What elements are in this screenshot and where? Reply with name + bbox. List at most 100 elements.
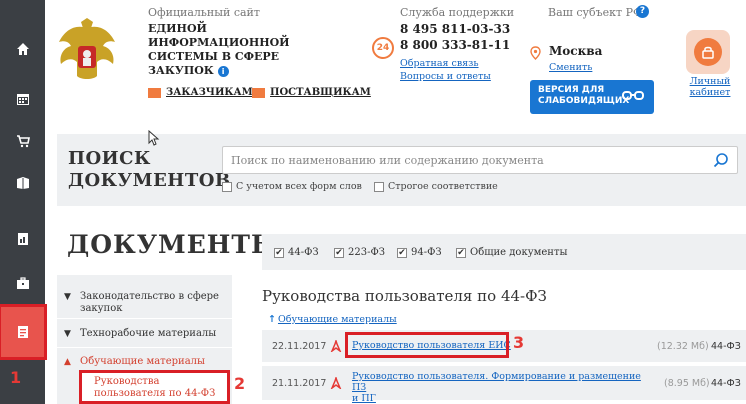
sidebar-item-calendar[interactable] bbox=[0, 78, 45, 120]
cabinet-line2: кабинет bbox=[689, 87, 731, 98]
submenu-item-user-guides-44fz[interactable]: Руководства пользователя по 44-ФЗ bbox=[79, 370, 230, 404]
sidebar-item-home[interactable] bbox=[0, 28, 45, 70]
annotation-marker-3: 3 bbox=[513, 333, 525, 352]
chevron-up-icon: ▲ bbox=[64, 357, 71, 367]
briefcase-icon bbox=[16, 277, 29, 289]
back-link-label: Обучающие материалы bbox=[277, 314, 397, 325]
checkbox-checked[interactable]: ✔ bbox=[274, 247, 284, 258]
filter-label: 44-ФЗ bbox=[288, 247, 319, 258]
feedback-link[interactable]: Обратная связь bbox=[400, 58, 479, 69]
support-title: Служба поддержки bbox=[400, 6, 515, 19]
lock-icon bbox=[702, 46, 714, 59]
search-box bbox=[222, 146, 738, 174]
info-icon[interactable]: i bbox=[217, 66, 229, 77]
filter-94fz[interactable]: ✔ 94-ФЗ bbox=[397, 247, 442, 258]
region-city: Москва bbox=[549, 44, 603, 58]
checkbox[interactable] bbox=[222, 181, 232, 192]
sidebar-item-documents[interactable] bbox=[0, 304, 47, 360]
arrow-up-icon: ↑ bbox=[268, 314, 276, 325]
suppliers-icon bbox=[252, 87, 265, 98]
suppliers-link[interactable]: ПОСТАВЩИКАМ bbox=[252, 87, 371, 98]
home-icon bbox=[16, 43, 29, 55]
filter-label: 223-ФЗ bbox=[348, 247, 385, 258]
page-title: ДОКУМЕНТЫ bbox=[67, 230, 283, 259]
option-exact-match[interactable]: Строгое соответствие bbox=[374, 181, 498, 192]
support-24-icon: 24 bbox=[372, 37, 394, 59]
location-pin-icon bbox=[530, 46, 541, 60]
book-icon bbox=[16, 177, 29, 189]
checkbox-checked[interactable]: ✔ bbox=[456, 247, 466, 258]
filter-label: Общие документы bbox=[470, 247, 568, 258]
region-title: Ваш субъект РФ bbox=[548, 6, 643, 19]
personal-cabinet-link[interactable]: Личный кабинет bbox=[680, 76, 740, 98]
search-icon[interactable] bbox=[713, 152, 729, 168]
change-region-link[interactable]: Сменить bbox=[549, 62, 592, 73]
sidebar-item-briefcase[interactable] bbox=[0, 262, 45, 304]
document-link-line1: Руководство пользователя. Формирование и… bbox=[352, 371, 641, 393]
annotation-marker-1: 1 bbox=[10, 368, 22, 387]
search-title: ПОИСК ДОКУМЕНТОВ bbox=[68, 148, 231, 192]
mouse-cursor-icon bbox=[148, 130, 160, 146]
checkbox-checked[interactable]: ✔ bbox=[334, 247, 344, 258]
search-title-line1: ПОИСК bbox=[68, 148, 151, 169]
customers-link[interactable]: ЗАКАЗЧИКАМ bbox=[148, 87, 253, 98]
option-all-word-forms[interactable]: С учетом всех форм слов bbox=[222, 181, 362, 192]
site-title: ЕДИНОЙ ИНФОРМАЦИОННОЙ СИСТЕМЫ В СФЕРЕ ЗА… bbox=[148, 22, 328, 78]
section-title: Руководства пользователя по 44-ФЗ bbox=[262, 287, 547, 305]
faq-link[interactable]: Вопросы и ответы bbox=[400, 71, 491, 82]
site-subtitle: Официальный сайт bbox=[148, 6, 260, 19]
row-date: 21.11.2017 bbox=[272, 378, 327, 389]
glasses-icon bbox=[622, 91, 644, 100]
option-all-word-forms-label: С учетом всех форм слов bbox=[236, 181, 362, 192]
low-vision-version-button[interactable]: ВЕРСИЯ ДЛЯ СЛАБОВИДЯЩИХ bbox=[530, 80, 654, 114]
document-link[interactable]: Руководство пользователя. Формирование и… bbox=[352, 371, 652, 404]
sidebar-item-book[interactable] bbox=[0, 162, 45, 204]
law-tag: 44-ФЗ bbox=[711, 341, 741, 352]
back-to-training-materials-link[interactable]: ↑ Обучающие материалы bbox=[268, 314, 397, 325]
calendar-icon bbox=[16, 94, 29, 105]
menu-item-label: Обучающие материалы bbox=[80, 356, 205, 367]
filter-223fz[interactable]: ✔ 223-ФЗ bbox=[334, 247, 385, 258]
customers-icon bbox=[148, 87, 161, 98]
cabinet-line1: Личный bbox=[689, 76, 731, 87]
search-input[interactable] bbox=[223, 147, 703, 173]
menu-item-training-materials[interactable]: ▲ Обучающие материалы bbox=[64, 356, 224, 368]
pdf-icon bbox=[330, 377, 342, 389]
file-size: (8.95 Мб) bbox=[664, 378, 710, 389]
checkbox-checked[interactable]: ✔ bbox=[397, 247, 407, 258]
law-tag: 44-ФЗ bbox=[711, 378, 741, 389]
cart-icon bbox=[16, 135, 30, 148]
filter-label: 94-ФЗ bbox=[411, 247, 442, 258]
menu-divider bbox=[57, 318, 232, 319]
menu-item-label: Технорабочие материалы bbox=[80, 328, 217, 339]
menu-divider bbox=[57, 347, 232, 348]
document-link-line2: и ПГ bbox=[352, 393, 376, 404]
pdf-icon bbox=[330, 340, 342, 352]
file-size: (12.32 Мб) bbox=[657, 341, 709, 352]
support-phone-2[interactable]: 8 800 333-81-11 bbox=[400, 38, 510, 52]
chevron-down-icon: ▼ bbox=[64, 292, 71, 302]
option-exact-match-label: Строгое соответствие bbox=[388, 181, 498, 192]
menu-item-label: Законодательство в сфере закупок bbox=[80, 291, 219, 314]
left-sidebar: 1 bbox=[0, 0, 47, 404]
checkbox[interactable] bbox=[374, 181, 384, 192]
search-title-line2: ДОКУМЕНТОВ bbox=[68, 170, 231, 191]
annotation-marker-2: 2 bbox=[234, 374, 246, 393]
customers-link-label: ЗАКАЗЧИКАМ bbox=[166, 87, 253, 98]
personal-cabinet-icon[interactable] bbox=[686, 30, 730, 74]
coat-of-arms-logo[interactable] bbox=[55, 18, 120, 88]
sidebar-item-cart[interactable] bbox=[0, 120, 45, 162]
help-icon[interactable]: ? bbox=[636, 5, 649, 18]
filter-common-documents[interactable]: ✔ Общие документы bbox=[456, 247, 567, 258]
document-chart-icon bbox=[17, 233, 28, 245]
sidebar-item-reports[interactable] bbox=[0, 218, 45, 260]
suppliers-link-label: ПОСТАВЩИКАМ bbox=[270, 87, 371, 98]
chevron-down-icon: ▼ bbox=[64, 329, 71, 339]
documents-icon bbox=[17, 326, 28, 338]
highlight-box bbox=[345, 332, 509, 358]
support-phone-1[interactable]: 8 495 811-03-33 bbox=[400, 22, 510, 36]
row-date: 22.11.2017 bbox=[272, 341, 327, 352]
menu-item-tech-materials[interactable]: ▼ Технорабочие материалы bbox=[64, 328, 224, 340]
filter-44fz[interactable]: ✔ 44-ФЗ bbox=[274, 247, 319, 258]
menu-item-legislation[interactable]: ▼ Законодательство в сфере закупок bbox=[64, 291, 224, 315]
